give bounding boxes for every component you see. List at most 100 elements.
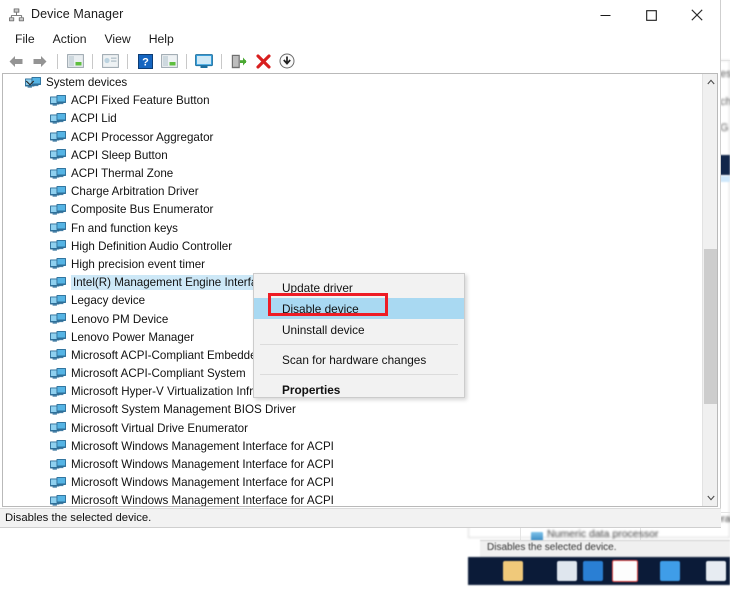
device-icon [50, 458, 66, 470]
tree-node-label: ACPI Thermal Zone [71, 167, 174, 181]
forward-arrow-icon[interactable] [29, 51, 51, 71]
device-icon [50, 440, 66, 451]
device-icon [50, 476, 66, 488]
tree-node-device[interactable]: High precision event timer [3, 256, 703, 274]
tree-node-device[interactable]: ACPI Thermal Zone [3, 165, 703, 183]
context-menu-item[interactable]: Properties [254, 379, 464, 400]
scrollbar-thumb[interactable] [704, 249, 717, 404]
tree-node-device[interactable]: Microsoft System Management BIOS Driver [3, 401, 703, 419]
svg-text:?: ? [142, 56, 149, 68]
device-icon [50, 349, 66, 361]
taskbar-icon [557, 561, 577, 581]
context-menu-item[interactable]: Scan for hardware changes [254, 349, 464, 370]
chevron-down-icon[interactable] [25, 78, 35, 88]
update-driver-icon[interactable] [228, 51, 250, 71]
show-hide-console-tree-icon[interactable] [64, 51, 86, 71]
tree-node-device[interactable]: Microsoft Windows Management Interface f… [3, 474, 703, 492]
device-icon [50, 240, 66, 251]
screen-root: es ch G NDIS Virtual Network Adapter Enu… [0, 0, 730, 597]
device-icon [50, 422, 66, 433]
properties-icon[interactable] [99, 51, 121, 71]
device-icon [50, 403, 66, 415]
tree-node-device[interactable]: Composite Bus Enumerator [3, 201, 703, 219]
status-bar: Disables the selected device. [0, 508, 721, 527]
device-icon [50, 367, 66, 379]
tree-node-label: Microsoft ACPI-Compliant System [71, 367, 246, 381]
tree-node-label: Lenovo Power Manager [71, 330, 195, 344]
toolbar-separator [127, 53, 128, 69]
tree-node-label: Microsoft System Management BIOS Driver [71, 403, 296, 417]
toolbar-separator [57, 53, 58, 69]
uninstall-device-icon[interactable] [252, 51, 274, 71]
menu-view[interactable]: View [96, 30, 140, 48]
background-side-text: es [720, 68, 730, 80]
toolbar: ? [0, 50, 721, 72]
device-icon [50, 131, 66, 142]
help-icon[interactable]: ? [134, 51, 156, 71]
device-icon [50, 149, 66, 160]
vertical-scrollbar[interactable] [702, 74, 717, 506]
context-menu-separator [260, 344, 458, 345]
background-status-text: Disables the selected device. [487, 542, 617, 553]
tree-node-label: Lenovo PM Device [71, 312, 169, 326]
device-icon [50, 94, 66, 106]
tree-node-label: ACPI Processor Aggregator [71, 130, 214, 144]
device-manager-icon [9, 8, 24, 22]
menu-file[interactable]: File [6, 30, 44, 48]
tree-node-label: ACPI Sleep Button [71, 148, 168, 162]
tree-node-device[interactable]: Microsoft Windows Management Interface f… [3, 456, 703, 474]
device-icon [50, 276, 66, 288]
menu-bar: File Action View Help [0, 28, 183, 50]
tree-node-device[interactable]: Microsoft Windows Management Interface f… [3, 438, 703, 456]
tree-node-device[interactable]: Fn and function keys [3, 220, 703, 238]
tree-node-device[interactable]: Microsoft Virtual Drive Enumerator [3, 420, 703, 438]
menu-help[interactable]: Help [140, 30, 183, 48]
window-controls [582, 0, 720, 30]
background-side-text: ch [720, 96, 730, 108]
context-menu-separator [260, 374, 458, 375]
toolbar-separator [186, 53, 187, 69]
window-title: Device Manager [31, 7, 124, 21]
device-icon [50, 313, 66, 324]
title-bar: Device Manager [0, 0, 720, 30]
minimize-button[interactable] [582, 0, 628, 30]
scroll-up-arrow-icon[interactable] [703, 74, 717, 90]
device-icon [50, 258, 66, 270]
context-menu-item[interactable]: Update driver [254, 277, 464, 298]
tree-node-label: Microsoft Windows Management Interface f… [71, 476, 334, 490]
device-icon [50, 185, 66, 197]
tree-node-device[interactable]: ACPI Fixed Feature Button [3, 92, 703, 110]
tree-node-device[interactable]: Charge Arbitration Driver [3, 183, 703, 201]
context-menu-item[interactable]: Disable device [254, 298, 464, 319]
background-side-text: G [720, 122, 729, 134]
status-bar-text: Disables the selected device. [5, 512, 152, 524]
tree-node-device[interactable]: ACPI Lid [3, 110, 703, 128]
taskbar-icon-game [612, 560, 638, 582]
tree-node-device[interactable]: ACPI Processor Aggregator [3, 129, 703, 147]
tree-node-label: ACPI Fixed Feature Button [71, 94, 210, 108]
tree-node-device[interactable]: High Definition Audio Controller [3, 238, 703, 256]
tree-node-system-devices[interactable]: System devices [3, 74, 703, 92]
scroll-down-arrow-icon[interactable] [703, 490, 717, 506]
context-menu-item[interactable]: Uninstall device [254, 319, 464, 340]
menu-action[interactable]: Action [44, 30, 96, 48]
tree-node-label: High precision event timer [71, 257, 206, 271]
device-icon [50, 112, 66, 124]
device-manager-window: Device Manager File Action View Help ? S… [0, 0, 721, 528]
disable-device-icon[interactable] [276, 51, 298, 71]
view-icon[interactable] [158, 51, 180, 71]
device-icon [50, 167, 66, 179]
tree-node-label: Legacy device [71, 294, 146, 308]
background-device-row: Numeric data processor [547, 528, 659, 540]
tree-node-device[interactable]: Microsoft Windows Management Interface f… [3, 492, 703, 506]
context-menu[interactable]: Update driver Disable device Uninstall dev… [253, 273, 465, 398]
tree-node-label: Fn and function keys [71, 221, 178, 235]
maximize-button[interactable] [628, 0, 674, 30]
back-arrow-icon[interactable] [5, 51, 27, 71]
device-icon [50, 331, 66, 342]
tree-node-label: System devices [46, 76, 128, 90]
device-icon [50, 203, 66, 215]
tree-node-device[interactable]: ACPI Sleep Button [3, 147, 703, 165]
scan-hardware-changes-icon[interactable] [193, 51, 215, 71]
close-button[interactable] [674, 0, 720, 30]
